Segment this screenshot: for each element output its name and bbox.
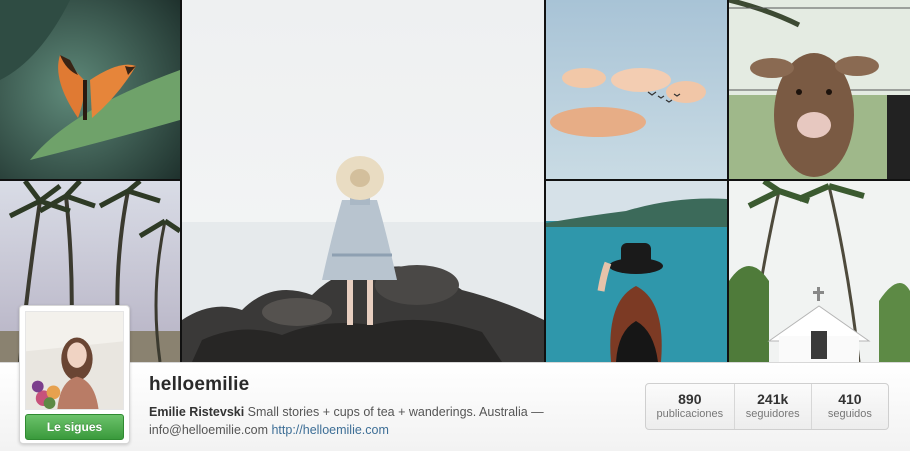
stat-posts-label: publicaciones <box>656 408 724 420</box>
profile-bio: Emilie Ristevski Small stories + cups of… <box>149 403 549 439</box>
avatar[interactable] <box>25 311 124 410</box>
stat-following[interactable]: 410 seguidos <box>810 384 888 429</box>
profile-username: helloemilie <box>149 374 250 395</box>
photo-clouds-birds[interactable] <box>546 0 727 179</box>
stat-followers-value: 241k <box>757 391 789 407</box>
stat-followers-label: seguidores <box>745 408 800 420</box>
follow-button[interactable]: Le sigues <box>25 414 124 440</box>
website-link[interactable]: http://helloemilie.com <box>271 423 388 437</box>
photo-woman-lake[interactable] <box>546 181 727 362</box>
photo-calf[interactable] <box>729 0 910 179</box>
photo-woman-on-rocks[interactable] <box>182 0 544 362</box>
photo-mosaic <box>0 0 910 362</box>
stat-posts[interactable]: 890 publicaciones <box>646 384 734 429</box>
profile-full-name: Emilie Ristevski <box>149 405 245 419</box>
profile-stats: 890 publicaciones 241k seguidores 410 se… <box>645 383 889 430</box>
photo-butterfly[interactable] <box>0 0 180 179</box>
stat-followers[interactable]: 241k seguidores <box>733 384 811 429</box>
stat-following-value: 410 <box>838 391 862 407</box>
stat-following-label: seguidos <box>827 408 872 420</box>
stat-posts-value: 890 <box>678 391 702 407</box>
photo-chapel-palms[interactable] <box>729 181 910 362</box>
avatar-card: Le sigues <box>19 305 130 444</box>
